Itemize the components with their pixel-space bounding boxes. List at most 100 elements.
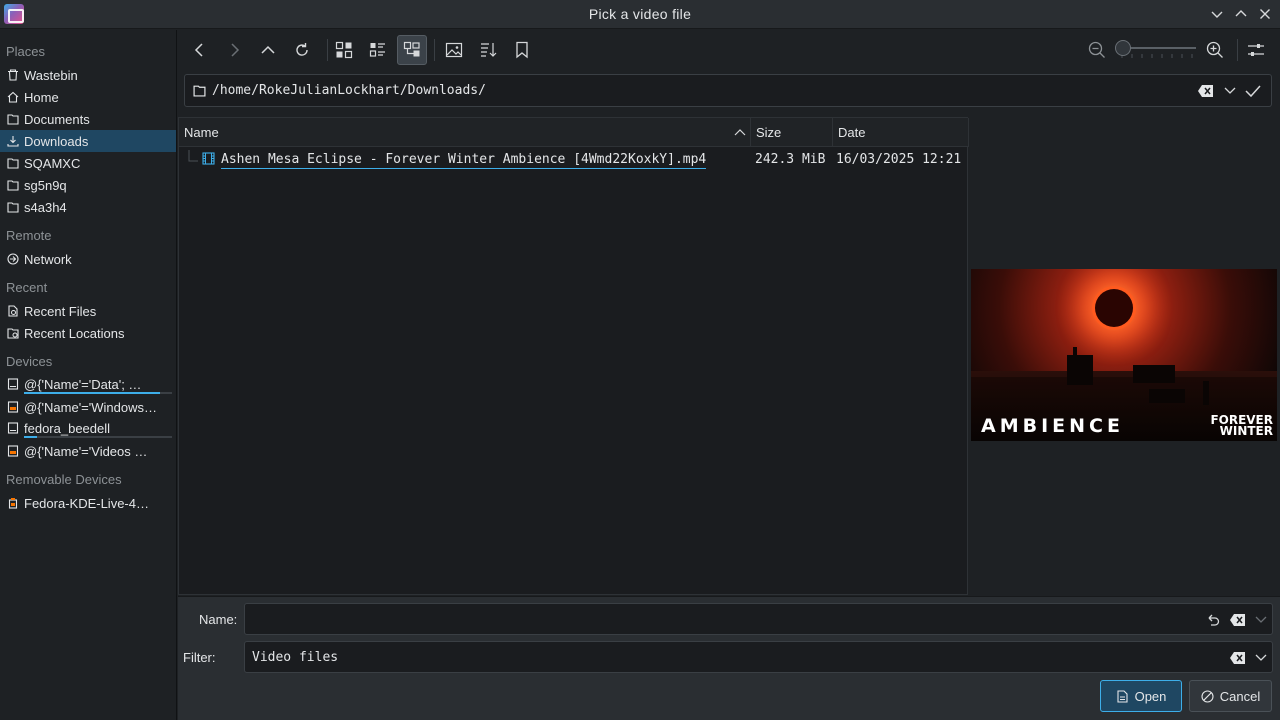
file-filter-value[interactable]: Video files	[252, 650, 338, 665]
column-header-label: Size	[756, 124, 782, 140]
sidebar-item-device-videos[interactable]: @{'Name'='Videos …	[0, 440, 176, 462]
window-title: Pick a video file	[588, 6, 692, 22]
sidebar-item-label: Documents	[24, 111, 90, 127]
reload-button[interactable]	[287, 35, 317, 65]
column-header-date[interactable]: Date	[833, 118, 969, 147]
file-name-field[interactable]	[244, 603, 1273, 635]
up-button[interactable]	[253, 35, 283, 65]
icon-view-icon	[335, 41, 353, 59]
file-list[interactable]: Name Size Date Ashen Mesa Eclipse - Fore…	[178, 117, 969, 595]
back-button[interactable]	[185, 35, 215, 65]
sidebar-item-label: Recent Files	[24, 303, 97, 319]
column-header-label: Date	[838, 124, 866, 140]
documents-icon	[6, 113, 19, 126]
sidebar-item-label: Network	[24, 251, 72, 267]
video-file-icon	[202, 152, 215, 165]
section-recent: Recent	[6, 280, 48, 295]
device-usage-fill	[24, 436, 38, 438]
location-history-dropdown[interactable]	[1223, 83, 1239, 99]
clear-icon[interactable]	[1229, 611, 1247, 629]
sidebar-item-label: sg5n9q	[24, 177, 67, 193]
recent-locations-icon	[6, 327, 19, 340]
compact-view-button[interactable]	[363, 35, 393, 65]
sidebar-item-sg5n9q[interactable]: sg5n9q	[0, 174, 176, 196]
video-thumbnail-preview: AMBIENCE FOREVER WINTER	[971, 269, 1277, 441]
toolbar-separator	[1237, 39, 1238, 61]
network-icon	[6, 253, 19, 266]
options-button[interactable]	[1241, 35, 1271, 65]
logo-line: WINTER	[1219, 424, 1273, 438]
sort-ascending-icon	[734, 129, 746, 136]
reload-icon	[296, 43, 308, 56]
sidebar-item-label: s4a3h4	[24, 199, 67, 215]
sidebar-item-device-windows[interactable]: @{'Name'='Windows…	[0, 396, 176, 418]
device-usage-fill	[24, 392, 161, 394]
title-bar: Pick a video file	[0, 0, 1280, 29]
thumbnail-logo-forever-winter: FOREVER WINTER	[1210, 414, 1273, 438]
clear-icon	[1198, 85, 1213, 97]
folder-icon	[193, 85, 206, 97]
filter-label: Filter:	[183, 650, 216, 665]
name-label: Name:	[199, 612, 238, 627]
maximize-button[interactable]	[1232, 5, 1250, 23]
open-button-label: Open	[1134, 688, 1167, 704]
file-filter-combobox[interactable]: Video files	[244, 641, 1273, 673]
tree-view-button[interactable]	[397, 35, 427, 65]
zoom-slider[interactable]	[1114, 40, 1198, 62]
sidebar-item-wastebin[interactable]: Wastebin	[0, 64, 176, 86]
home-icon	[6, 91, 19, 104]
sidebar-item-label: Recent Locations	[24, 325, 125, 341]
sidebar-item-home[interactable]: Home	[0, 86, 176, 108]
ruins-silhouette	[1067, 355, 1093, 385]
chevron-down-icon[interactable]	[1255, 613, 1267, 625]
section-places: Places	[6, 44, 46, 59]
sidebar-item-recent-locations[interactable]: Recent Locations	[0, 322, 176, 344]
icon-view-button[interactable]	[329, 35, 359, 65]
zoom-out-button[interactable]	[1082, 35, 1112, 65]
cancel-icon	[1201, 689, 1214, 703]
column-header-size[interactable]: Size	[751, 118, 833, 147]
cancel-button[interactable]: Cancel	[1189, 680, 1272, 712]
preview-button[interactable]	[439, 35, 469, 65]
device-usage-bar	[24, 436, 172, 438]
sidebar-item-label: fedora_beedell	[24, 420, 111, 436]
drive-orange-icon	[6, 445, 19, 458]
column-header-name[interactable]: Name	[179, 118, 751, 147]
sidebar-item-label: Fedora-KDE-Live-4…	[24, 495, 149, 511]
zoom-in-icon	[1206, 41, 1223, 58]
download-icon	[6, 135, 19, 148]
close-button[interactable]	[1256, 5, 1274, 23]
undo-icon[interactable]	[1205, 612, 1221, 628]
location-input[interactable]: /home/RokeJulianLockhart/Downloads/	[212, 83, 486, 98]
chevron-down-icon[interactable]	[1255, 651, 1267, 663]
zoom-in-button[interactable]	[1200, 35, 1230, 65]
clear-location-button[interactable]	[1197, 82, 1215, 100]
sidebar-item-network[interactable]: Network	[0, 248, 176, 270]
confirm-location-button[interactable]	[1244, 82, 1262, 100]
file-row[interactable]: Ashen Mesa Eclipse - Forever Winter Ambi…	[179, 148, 968, 170]
up-icon	[261, 45, 275, 54]
drive-icon	[6, 422, 19, 435]
sidebar-item-downloads[interactable]: Downloads	[0, 130, 176, 152]
sidebar-item-sqamxc[interactable]: SQAMXC	[0, 152, 176, 174]
open-button[interactable]: Open	[1100, 680, 1182, 712]
forward-button[interactable]	[219, 35, 249, 65]
section-removable: Removable Devices	[6, 472, 122, 487]
ruins-silhouette	[1149, 389, 1185, 403]
ruins-silhouette	[1073, 347, 1077, 357]
sidebar-item-documents[interactable]: Documents	[0, 108, 176, 130]
sort-button[interactable]	[473, 35, 503, 65]
bookmark-button[interactable]	[507, 35, 537, 65]
sidebar-item-s4a3h4[interactable]: s4a3h4	[0, 196, 176, 218]
minimize-button[interactable]	[1208, 5, 1226, 23]
options-icon	[1248, 44, 1264, 56]
clear-icon[interactable]	[1229, 649, 1247, 667]
location-bar[interactable]: /home/RokeJulianLockhart/Downloads/	[184, 74, 1272, 107]
sidebar-item-recent-files[interactable]: Recent Files	[0, 300, 176, 322]
sort-icon	[481, 43, 497, 57]
cancel-button-label: Cancel	[1219, 688, 1261, 704]
file-name[interactable]: Ashen Mesa Eclipse - Forever Winter Ambi…	[221, 152, 707, 169]
sidebar-item-label: Wastebin	[24, 67, 78, 83]
sidebar-item-removable-fedora-live[interactable]: Fedora-KDE-Live-4…	[0, 492, 176, 514]
sidebar-item-label: Downloads	[24, 133, 89, 149]
